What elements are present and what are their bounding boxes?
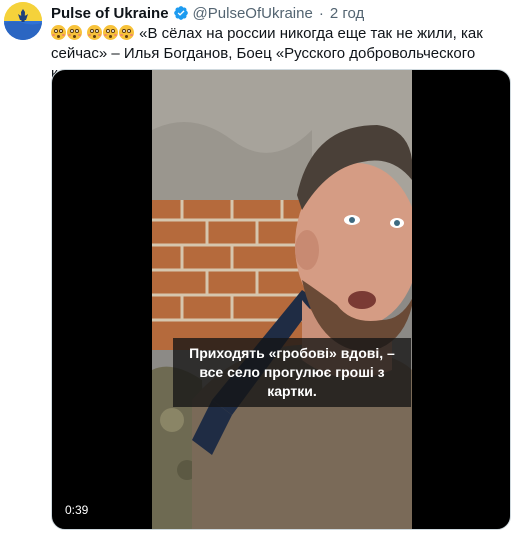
astonished-face-emoji-icon (51, 25, 66, 40)
author-avatar[interactable] (4, 2, 42, 40)
video-subtitle: Приходять «гробові» вдові, – все село пр… (173, 338, 411, 407)
separator-dot: · (318, 4, 324, 22)
tweet[interactable]: Pulse of Ukraine @PulseOfUkraine · 2 год… (0, 0, 513, 538)
tweet-timestamp[interactable]: 2 год (330, 5, 364, 22)
video-duration: 0:39 (61, 502, 93, 518)
video-thumbnail (152, 70, 412, 529)
astonished-face-emoji-icon (87, 25, 102, 40)
astonished-face-emoji-icon (103, 25, 118, 40)
author-name[interactable]: Pulse of Ukraine (51, 5, 169, 22)
author-handle[interactable]: @PulseOfUkraine (193, 5, 313, 22)
ukraine-flag-avatar-icon (4, 2, 42, 40)
verified-badge-icon (173, 5, 189, 21)
astonished-face-emoji-icon (67, 25, 82, 40)
tweet-header: Pulse of Ukraine @PulseOfUkraine · 2 год (51, 3, 364, 23)
video-player[interactable]: Приходять «гробові» вдові, – все село пр… (51, 69, 511, 530)
video-frame[interactable] (152, 70, 412, 529)
astonished-face-emoji-icon (119, 25, 134, 40)
emoji-group (51, 25, 139, 42)
